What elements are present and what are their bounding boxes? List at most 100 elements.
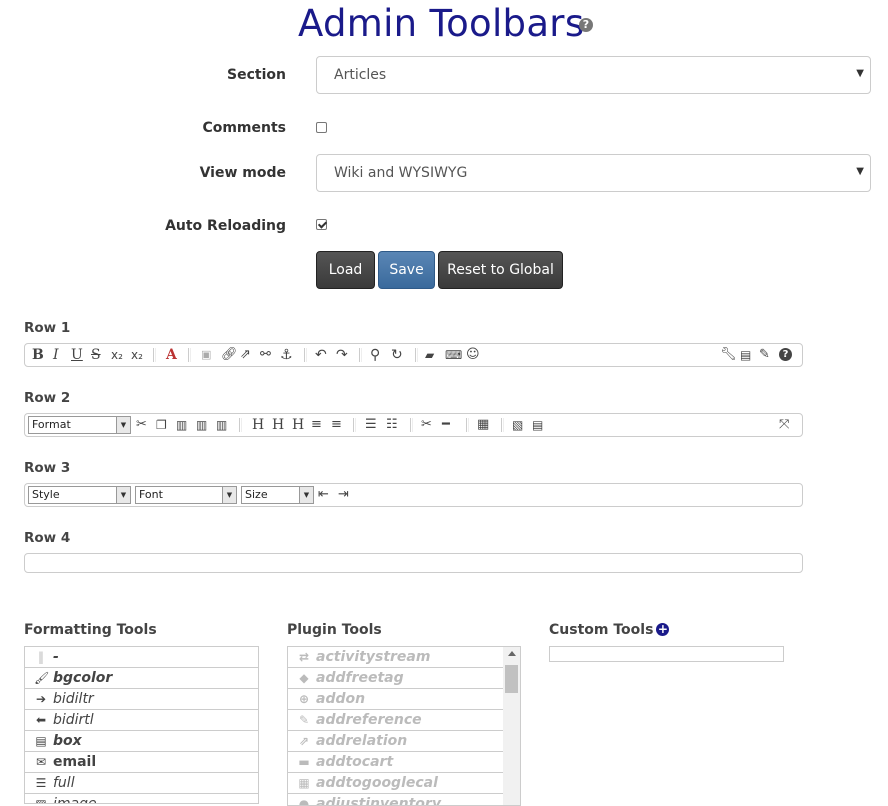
numbered-list-icon[interactable]: ☷ bbox=[386, 416, 398, 434]
list-item[interactable]: ⇗ addrelation bbox=[288, 731, 503, 752]
style-combo[interactable]: Style ▼ bbox=[28, 486, 131, 504]
color-icon[interactable]: A bbox=[166, 346, 177, 364]
bold-icon[interactable]: B bbox=[32, 346, 44, 364]
heading3-icon[interactable]: H bbox=[292, 416, 304, 434]
section-label: Section bbox=[227, 67, 286, 83]
list-item[interactable]: ⬅ bidirtl bbox=[25, 710, 258, 731]
underline-icon[interactable]: U bbox=[71, 346, 83, 364]
strike-icon[interactable]: S bbox=[91, 346, 101, 364]
view-mode-select[interactable]: Wiki and WYSIWYG ▼ bbox=[316, 154, 871, 192]
tag-icon: ◆ bbox=[299, 671, 309, 685]
anchor-icon[interactable]: ⚓︎ bbox=[280, 346, 293, 364]
wrench-icon[interactable]: 🔧︎ bbox=[720, 346, 737, 364]
list-item[interactable]: ▦ addtogooglecal bbox=[288, 773, 503, 794]
reset-to-global-button[interactable]: Reset to Global bbox=[438, 251, 563, 289]
image-icon[interactable]: ▣ bbox=[201, 346, 211, 364]
superscript-icon[interactable]: x₂ bbox=[131, 346, 143, 364]
format-combo[interactable]: Format ▼ bbox=[28, 416, 131, 434]
save-icon[interactable]: ▤ bbox=[740, 346, 751, 364]
unlink-icon[interactable]: ⚯ bbox=[260, 346, 271, 364]
formatting-tools-list[interactable]: ‖ - 🖌︎ bgcolor ➔ bidiltr ⬅ bidirtl ▤ box ✉ ema… bbox=[24, 646, 259, 804]
list-item[interactable]: ● adjustinventory bbox=[288, 794, 503, 805]
list-item[interactable]: ⇄ activitystream bbox=[288, 647, 503, 668]
toolbar-separator bbox=[353, 418, 356, 432]
smiley-icon[interactable]: ☺ bbox=[466, 346, 480, 364]
copy-icon[interactable]: ❐ bbox=[156, 416, 167, 434]
replace-icon[interactable]: ↻ bbox=[391, 346, 403, 364]
list-item[interactable]: ✎ addreference bbox=[288, 710, 503, 731]
paste-word-icon[interactable]: ▥ bbox=[216, 416, 227, 434]
align-left-icon[interactable]: ≡ bbox=[311, 416, 322, 434]
load-button[interactable]: Load bbox=[316, 251, 375, 289]
list-item[interactable]: ◆ addfreetag bbox=[288, 668, 503, 689]
size-combo-value: Size bbox=[245, 488, 268, 501]
bullet-list-icon[interactable]: ☰ bbox=[365, 416, 377, 434]
help-icon[interactable]: ? bbox=[779, 348, 792, 361]
plugin-list-scrollbar[interactable] bbox=[503, 647, 520, 805]
help-icon[interactable]: ? bbox=[579, 18, 593, 32]
paste-text-icon[interactable]: ▥ bbox=[196, 416, 207, 434]
keyboard-icon[interactable]: ⌨ bbox=[445, 346, 462, 364]
outdent-icon[interactable]: ⇤ bbox=[318, 486, 329, 504]
align-justify-icon: ☰ bbox=[35, 776, 47, 790]
scroll-thumb[interactable] bbox=[505, 665, 518, 693]
row-4-label: Row 4 bbox=[24, 530, 71, 546]
cut-icon[interactable]: ✂ bbox=[136, 416, 147, 434]
toolbar-separator bbox=[359, 348, 362, 362]
paste-icon[interactable]: ▥ bbox=[176, 416, 187, 434]
find-icon[interactable]: ⚲ bbox=[370, 346, 380, 364]
align-center-icon[interactable]: ≡ bbox=[331, 416, 342, 434]
scroll-up-icon[interactable] bbox=[508, 651, 516, 656]
list-item[interactable]: 🖌︎ bgcolor bbox=[25, 668, 258, 689]
cart-icon: ▬ bbox=[298, 755, 310, 769]
custom-tools-list[interactable] bbox=[549, 646, 784, 662]
file-image-icon: ▨ bbox=[35, 797, 47, 804]
size-combo[interactable]: Size ▼ bbox=[241, 486, 314, 504]
toolbar-separator bbox=[153, 348, 156, 362]
comments-label: Comments bbox=[202, 120, 286, 136]
cut-icon[interactable]: ✂ bbox=[421, 416, 432, 434]
indent-icon[interactable]: ⇥ bbox=[338, 486, 349, 504]
redo-icon[interactable]: ↷ bbox=[336, 346, 348, 364]
pencil-icon[interactable]: ✎ bbox=[759, 346, 770, 364]
list-item[interactable]: ➔ bidiltr bbox=[25, 689, 258, 710]
toolbar-separator bbox=[410, 418, 413, 432]
heading2-icon[interactable]: H bbox=[272, 416, 284, 434]
show-blocks-icon[interactable]: ▤ bbox=[532, 416, 543, 434]
list-item[interactable]: ▬ addtocart bbox=[288, 752, 503, 773]
subscript-icon[interactable]: x₂ bbox=[111, 346, 123, 364]
external-link-icon: ⇗ bbox=[298, 734, 310, 748]
link-icon[interactable]: 🔗︎ bbox=[221, 346, 238, 364]
external-link-icon[interactable]: ⇗ bbox=[240, 346, 251, 364]
list-item[interactable]: ☰ full bbox=[25, 773, 258, 794]
custom-tools-label: Custom Tools bbox=[549, 622, 654, 638]
list-item[interactable]: ⊕ addon bbox=[288, 689, 503, 710]
section-select[interactable]: Articles ▼ bbox=[316, 56, 871, 94]
undo-icon[interactable]: ↶ bbox=[315, 346, 327, 364]
table-icon[interactable]: ▦ bbox=[477, 416, 489, 434]
heading1-icon[interactable]: H bbox=[252, 416, 264, 434]
source-icon[interactable]: ▧ bbox=[512, 416, 523, 434]
font-combo[interactable]: Font ▼ bbox=[135, 486, 237, 504]
add-custom-tool-icon[interactable]: + bbox=[656, 623, 670, 636]
formatting-tools-heading: Formatting Tools bbox=[24, 622, 157, 638]
row-2-toolbar[interactable]: Format ▼ ✂ ❐ ▥ ▥ ▥ H H H ≡ ≡ ☰ ☷ ✂ ━ ▦ ▧… bbox=[24, 413, 803, 437]
list-item[interactable]: ▨ image bbox=[25, 794, 258, 804]
brush-icon: 🖌︎ bbox=[34, 671, 50, 685]
comments-checkbox[interactable] bbox=[316, 122, 327, 133]
row-3-toolbar[interactable]: Style ▼ Font ▼ Size ▼ ⇤ ⇥ bbox=[24, 483, 803, 507]
save-button[interactable]: Save bbox=[378, 251, 435, 289]
row-1-toolbar[interactable]: B I U S x₂ x₂ A ▣ 🔗︎ ⇗ ⚯ ⚓︎ ↶ ↷ ⚲ ↻ ▰ ⌨ … bbox=[24, 343, 803, 367]
plugin-tools-list[interactable]: ⇄ activitystream ◆ addfreetag ⊕ addon ✎ addr… bbox=[287, 646, 521, 806]
list-item[interactable]: ▤ box bbox=[25, 731, 258, 752]
row-4-toolbar[interactable] bbox=[24, 553, 803, 573]
auto-reloading-checkbox[interactable] bbox=[316, 219, 327, 230]
maximize-icon[interactable]: ⤧ bbox=[779, 416, 789, 434]
list-item[interactable]: ✉ email bbox=[25, 752, 258, 773]
list-item[interactable]: ‖ - bbox=[25, 647, 258, 668]
eraser-icon[interactable]: ▰ bbox=[425, 346, 434, 364]
horizontal-rule-icon[interactable]: ━ bbox=[442, 416, 450, 434]
style-combo-value: Style bbox=[32, 488, 60, 501]
row-2-label: Row 2 bbox=[24, 390, 71, 406]
italic-icon[interactable]: I bbox=[53, 346, 59, 364]
